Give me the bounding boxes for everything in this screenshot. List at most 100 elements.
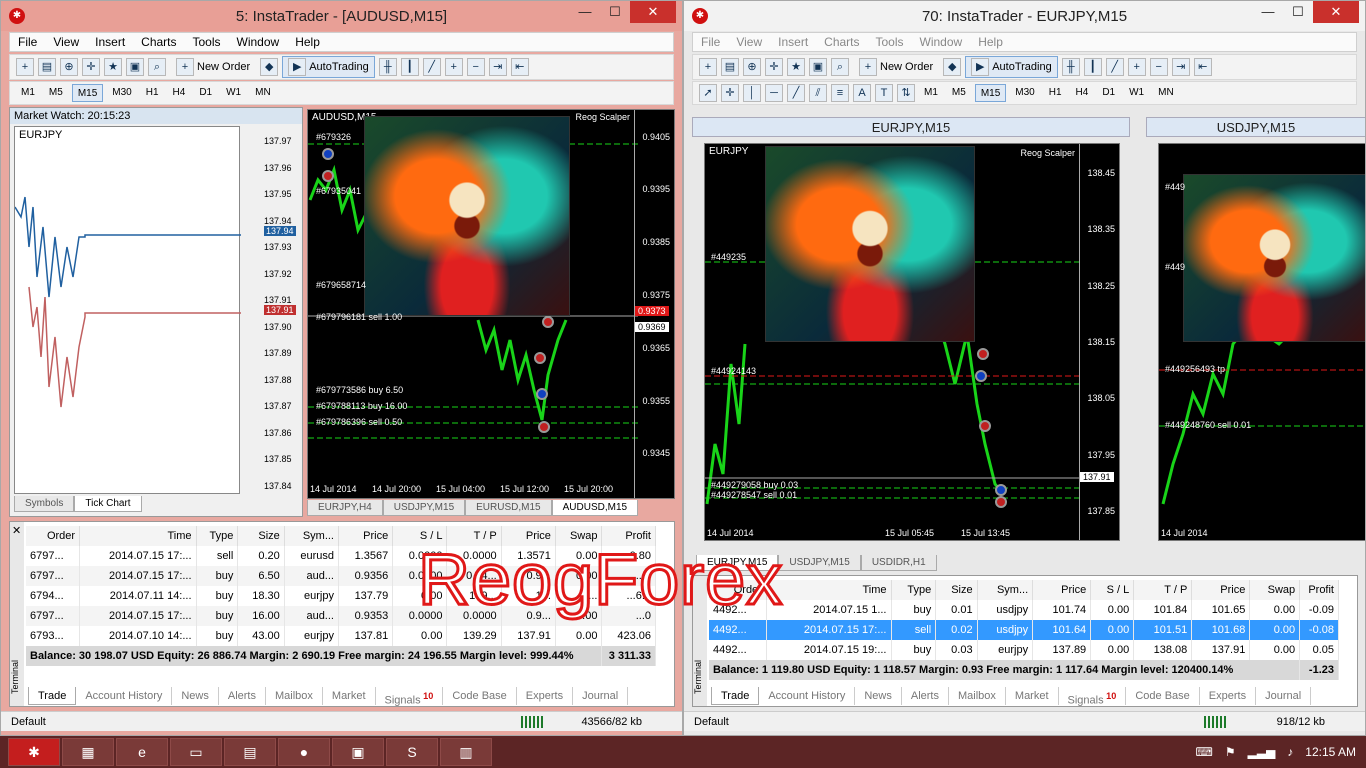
terminal-tab[interactable]: Trade <box>711 687 760 705</box>
table-row[interactable]: 4492... 2014.07.15 1... buy 0.01 usdjpy 101.7… <box>709 600 1339 620</box>
firefox-icon[interactable]: ● <box>278 738 330 766</box>
close-button[interactable]: ✕ <box>1313 1 1359 23</box>
terminal-tab[interactable]: Code Base <box>443 687 517 705</box>
taskbar-app-icon[interactable]: ▥ <box>440 738 492 766</box>
terminal-tab[interactable]: Account History <box>759 687 856 705</box>
horizontal-line-icon[interactable]: ─ <box>765 84 783 102</box>
crosshair-icon[interactable]: ✛ <box>721 84 739 102</box>
terminal-tab[interactable]: News <box>172 687 219 705</box>
market-watch-icon[interactable]: ⊕ <box>743 58 761 76</box>
zoom-out-icon[interactable]: − <box>1149 58 1168 76</box>
menu-window[interactable]: Window <box>229 35 288 49</box>
tf-m30[interactable]: M30 <box>1010 84 1039 102</box>
column-header[interactable]: Sym... <box>977 580 1034 600</box>
terminal-tab[interactable]: Journal <box>1256 687 1312 705</box>
terminal-tab[interactable]: Alerts <box>902 687 949 705</box>
terminal-tab[interactable]: Experts <box>1200 687 1257 705</box>
tab-usdidr-h1[interactable]: USDIDR,H1 <box>860 555 937 571</box>
menu-file[interactable]: File <box>693 35 728 49</box>
taskbar-app-icon[interactable]: ▤ <box>224 738 276 766</box>
candlestick-icon[interactable]: ┃ <box>1083 58 1102 76</box>
tf-d1[interactable]: D1 <box>1097 84 1120 102</box>
chart-window-title[interactable]: EURJPY,M15 <box>692 117 1130 137</box>
terminal-tab[interactable]: News <box>855 687 902 705</box>
cursor-icon[interactable]: ➚ <box>699 84 717 102</box>
menu-insert[interactable]: Insert <box>87 35 133 49</box>
tf-w1[interactable]: W1 <box>221 84 246 102</box>
terminal-tab[interactable]: Account History <box>76 687 173 705</box>
tf-h4[interactable]: H4 <box>168 84 191 102</box>
title-bar[interactable]: ✱ 70: InstaTrader - EURJPY,M15 — ☐ ✕ <box>684 1 1365 31</box>
trendline-icon[interactable]: ╱ <box>787 84 805 102</box>
equidistant-channel-icon[interactable]: ⫽ <box>809 84 827 102</box>
terminal-tab[interactable]: Alerts <box>219 687 266 705</box>
tf-mn[interactable]: MN <box>1153 84 1179 102</box>
autoscroll-icon[interactable]: ⇥ <box>1171 58 1190 76</box>
tf-m5[interactable]: M5 <box>947 84 971 102</box>
network-icon[interactable]: ▂▃▅ <box>1248 745 1276 759</box>
chart-shift-icon[interactable]: ⇤ <box>510 58 529 76</box>
tf-h4[interactable]: H4 <box>1071 84 1094 102</box>
chart-shift-icon[interactable]: ⇤ <box>1193 58 1212 76</box>
terminal-icon[interactable]: ▣ <box>126 58 144 76</box>
tab-tick-chart[interactable]: Tick Chart <box>74 496 142 512</box>
tf-mn[interactable]: MN <box>250 84 276 102</box>
tf-m1[interactable]: M1 <box>919 84 943 102</box>
line-chart-icon[interactable]: ╱ <box>422 58 441 76</box>
favorites-icon[interactable]: ★ <box>104 58 122 76</box>
menu-file[interactable]: File <box>10 35 45 49</box>
new-chart-icon[interactable]: + <box>16 58 34 76</box>
text-label-icon[interactable]: T <box>875 84 893 102</box>
menu-charts[interactable]: Charts <box>816 35 867 49</box>
tf-w1[interactable]: W1 <box>1124 84 1149 102</box>
terminal-tab[interactable]: Market <box>323 687 376 705</box>
flag-icon[interactable]: ⚑ <box>1225 745 1236 759</box>
column-header[interactable]: Sym... <box>284 526 339 546</box>
fibonacci-icon[interactable]: ≡ <box>831 84 849 102</box>
market-watch-icon[interactable]: ⊕ <box>60 58 78 76</box>
terminal-tab[interactable]: Experts <box>517 687 574 705</box>
strategy-tester-icon[interactable]: ⌕ <box>148 58 166 76</box>
menu-view[interactable]: View <box>728 35 770 49</box>
menu-tools[interactable]: Tools <box>185 35 229 49</box>
new-order-button[interactable]: + New Order <box>170 56 256 78</box>
column-header[interactable]: Size <box>935 580 978 600</box>
terminal-tab[interactable]: Trade <box>28 687 77 705</box>
column-header[interactable]: Swap <box>1249 580 1301 600</box>
candlestick-icon[interactable]: ┃ <box>400 58 419 76</box>
bar-chart-icon[interactable]: ╫ <box>1061 58 1080 76</box>
column-header[interactable]: Time <box>766 580 892 600</box>
terminal-tab[interactable]: Signals 10 <box>376 687 444 706</box>
terminal-tab[interactable]: Mailbox <box>949 687 1006 705</box>
profiles-icon[interactable]: ▤ <box>38 58 56 76</box>
tf-h1[interactable]: H1 <box>141 84 164 102</box>
tab-eurusd-m15[interactable]: EURUSD,M15 <box>465 500 552 516</box>
terminal-tab[interactable]: Journal <box>573 687 629 705</box>
column-header[interactable]: Price <box>338 526 394 546</box>
zoom-in-icon[interactable]: + <box>444 58 463 76</box>
table-row[interactable]: 6793... 2014.07.10 14:... buy 43.00 eurjpy 13… <box>26 626 656 646</box>
tab-usdjpy-m15[interactable]: USDJPY,M15 <box>778 555 861 571</box>
column-header[interactable]: Order <box>26 526 81 546</box>
terminal-icon[interactable]: ▣ <box>809 58 827 76</box>
tab-usdjpy-m15[interactable]: USDJPY,M15 <box>382 500 466 516</box>
metaeditor-icon[interactable]: ◆ <box>260 58 279 76</box>
tab-audusd-m15[interactable]: AUDUSD,M15 <box>551 500 639 516</box>
menu-help[interactable]: Help <box>970 35 1011 49</box>
file-explorer-icon[interactable]: ▭ <box>170 738 222 766</box>
terminal-tab[interactable]: Code Base <box>1126 687 1200 705</box>
column-header[interactable]: Price <box>1032 580 1092 600</box>
terminal-tab[interactable]: Signals 10 <box>1059 687 1127 706</box>
volume-icon[interactable]: ♪ <box>1287 745 1293 759</box>
table-row[interactable]: 4492... 2014.07.15 17:... sell 0.02 usdjpy 10… <box>709 620 1339 640</box>
column-header[interactable]: Profit <box>1299 580 1339 600</box>
title-bar[interactable]: ✱ 5: InstaTrader - [AUDUSD,M15] — ☐ ✕ <box>1 1 682 31</box>
minimize-button[interactable]: — <box>570 1 600 23</box>
column-header[interactable]: Type <box>196 526 239 546</box>
taskbar-app-icon[interactable]: ▣ <box>332 738 384 766</box>
metaeditor-icon[interactable]: ◆ <box>943 58 962 76</box>
maximize-button[interactable]: ☐ <box>1283 1 1313 23</box>
terminal-tab[interactable]: Mailbox <box>266 687 323 705</box>
new-chart-icon[interactable]: + <box>699 58 717 76</box>
chart-audusd-m15[interactable]: AUDUSD,M15 Reog Scalper #679326 #6793504… <box>307 109 675 499</box>
